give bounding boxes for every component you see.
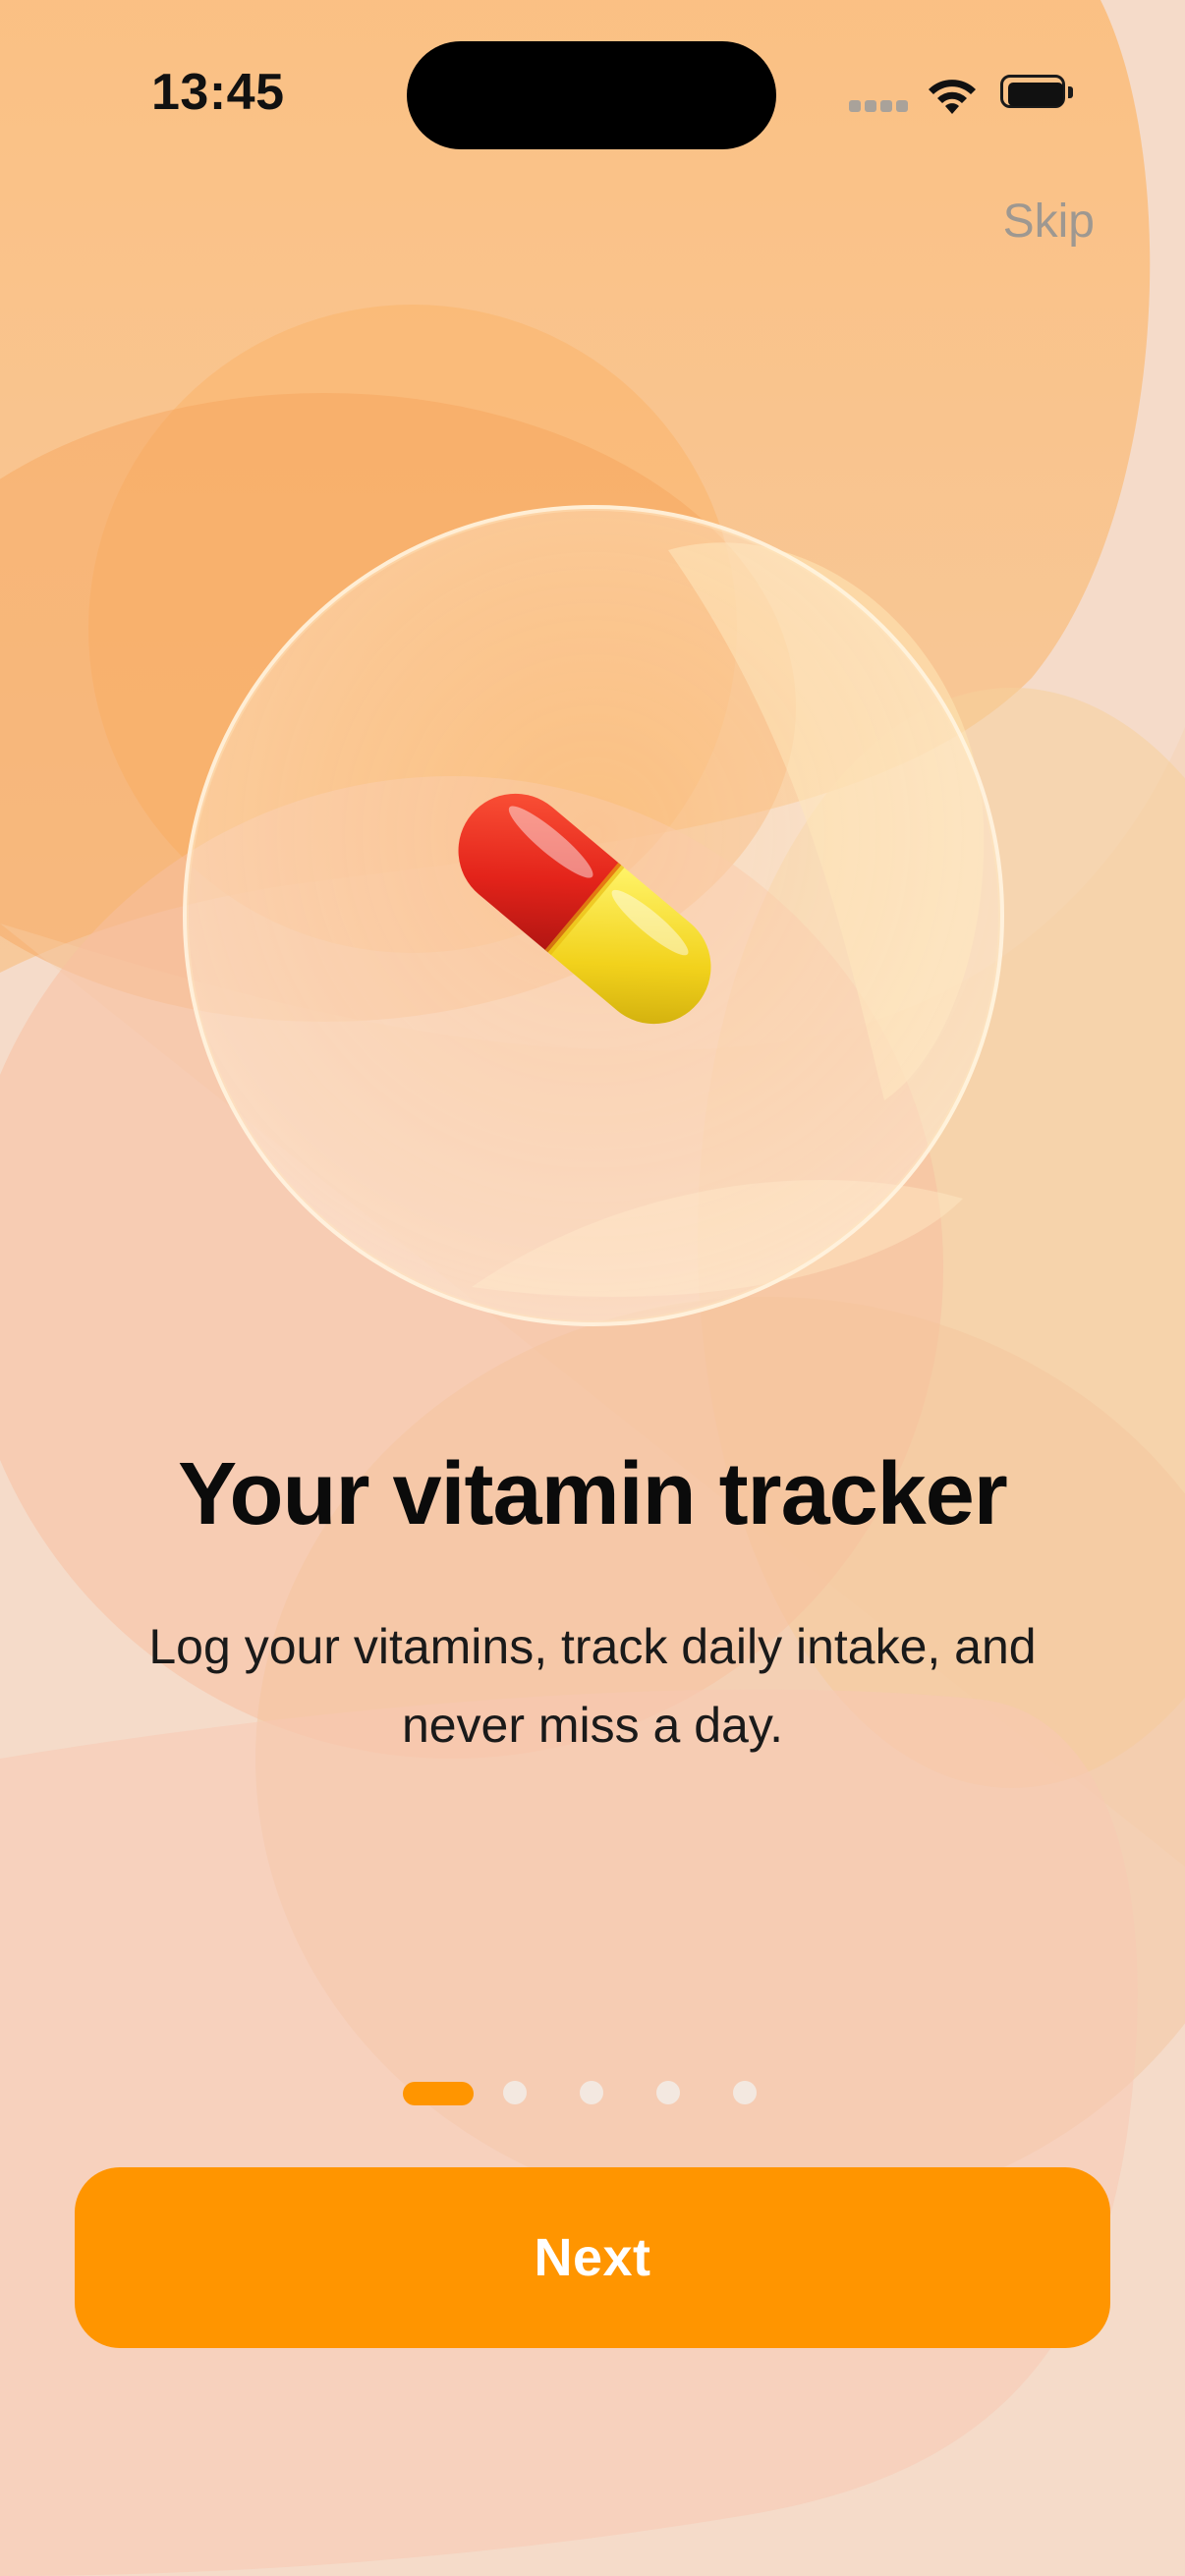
status-bar: 13:45	[0, 0, 1185, 187]
onboarding-screen: 13:45 Skip Your vitamin tracker Log your…	[0, 0, 1185, 2576]
next-button-label: Next	[534, 2228, 651, 2287]
page-title: Your vitamin tracker	[178, 1445, 1008, 1543]
page-dot[interactable]	[580, 2081, 603, 2104]
status-time: 13:45	[151, 64, 285, 121]
pill-capsule-icon	[458, 793, 711, 1025]
page-dot-active[interactable]	[403, 2082, 474, 2105]
page-dot[interactable]	[733, 2081, 757, 2104]
dynamic-island	[407, 41, 776, 149]
next-button[interactable]: Next	[75, 2167, 1110, 2348]
page-dot[interactable]	[503, 2081, 527, 2104]
page-dot[interactable]	[656, 2081, 680, 2104]
page-indicator	[0, 2079, 1185, 2106]
battery-full-icon	[1000, 75, 1075, 112]
wifi-icon	[929, 80, 976, 114]
skip-button[interactable]: Skip	[1003, 195, 1095, 249]
page-subtitle: Log your vitamins, track daily intake, a…	[148, 1619, 1037, 1753]
